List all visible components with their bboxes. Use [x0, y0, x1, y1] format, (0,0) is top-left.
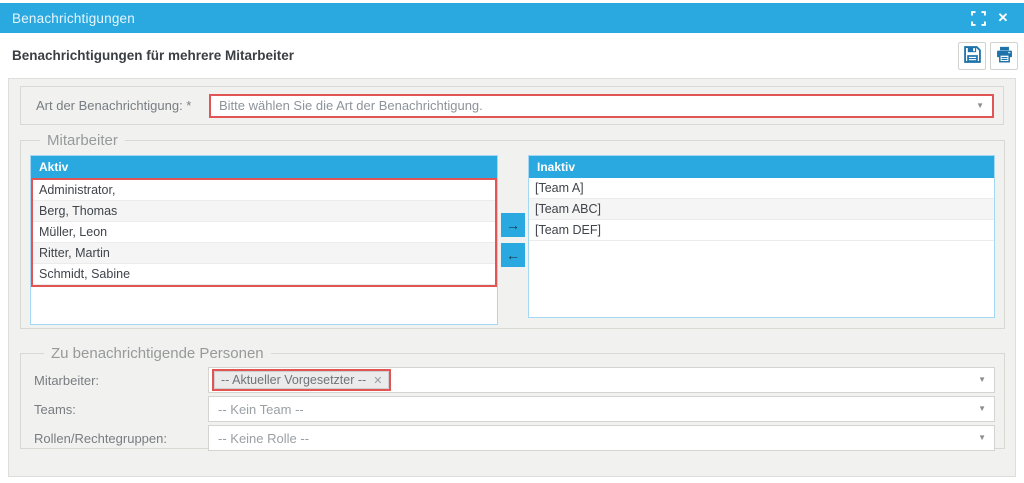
dual-listbox: Aktiv Administrator, Berg, Thomas Müller… — [30, 155, 995, 325]
selected-tag-highlight: -- Aktueller Vorgesetzter -- ✕ — [212, 369, 391, 391]
selected-tag-label: -- Aktueller Vorgesetzter -- — [221, 373, 366, 387]
aktiv-selected-group: Administrator, Berg, Thomas Müller, Leon… — [31, 178, 497, 287]
aktiv-list-header: Aktiv — [31, 156, 497, 178]
form-panel: Art der Benachrichtigung: * Bitte wählen… — [8, 78, 1016, 477]
transfer-arrows: → ← — [498, 155, 528, 325]
arrow-right-icon: → — [506, 218, 520, 232]
page-header: Benachrichtigungen für mehrere Mitarbeit… — [0, 33, 1024, 78]
list-item[interactable]: Müller, Leon — [33, 222, 495, 243]
chevron-down-icon: ▼ — [978, 405, 986, 413]
list-item[interactable]: Schmidt, Sabine — [33, 264, 495, 285]
print-icon — [996, 46, 1013, 66]
rollen-label: Rollen/Rechtegruppen: — [34, 431, 208, 446]
window-titlebar: Benachrichtigungen ✕ — [0, 3, 1024, 33]
window-title: Benachrichtigungen — [12, 11, 135, 26]
page-title: Benachrichtigungen für mehrere Mitarbeit… — [12, 48, 294, 63]
chevron-down-icon: ▼ — [978, 376, 986, 384]
personen-fieldset: Zu benachrichtigende Personen Mitarbeite… — [20, 345, 1005, 449]
list-item[interactable]: Ritter, Martin — [33, 243, 495, 264]
selected-tag: -- Aktueller Vorgesetzter -- ✕ — [214, 371, 389, 389]
list-item[interactable]: Administrator, — [33, 180, 495, 201]
mitarbeiter-fieldset: Mitarbeiter Aktiv Administrator, Berg, T… — [20, 132, 1005, 329]
close-icon[interactable]: ✕ — [994, 9, 1012, 27]
list-item[interactable]: [Team A] — [529, 178, 994, 199]
list-item[interactable]: [Team ABC] — [529, 199, 994, 220]
rollen-row: Rollen/Rechtegruppen: -- Keine Rolle -- … — [34, 425, 995, 451]
notification-type-label: Art der Benachrichtigung: * — [21, 98, 209, 113]
maximize-icon[interactable] — [969, 9, 987, 27]
mitarbeiter-row: Mitarbeiter: -- Aktueller Vorgesetzter -… — [34, 367, 995, 393]
arrow-left-icon: ← — [506, 248, 520, 262]
save-icon — [964, 46, 981, 66]
move-left-button[interactable]: ← — [501, 243, 525, 267]
teams-row: Teams: -- Kein Team -- ▼ — [34, 396, 995, 422]
notification-type-row: Art der Benachrichtigung: * Bitte wählen… — [20, 86, 1004, 125]
move-right-button[interactable]: → — [501, 213, 525, 237]
inaktiv-listbox: Inaktiv [Team A] [Team ABC] [Team DEF] — [528, 155, 995, 318]
mitarbeiter-select[interactable]: -- Aktueller Vorgesetzter -- ✕ ▼ — [208, 367, 995, 393]
remove-tag-icon[interactable]: ✕ — [373, 374, 382, 387]
save-button[interactable] — [958, 42, 986, 70]
notification-type-placeholder: Bitte wählen Sie die Art der Benachricht… — [219, 98, 483, 113]
list-item[interactable]: [Team DEF] — [529, 220, 994, 241]
personen-legend: Zu benachrichtigende Personen — [44, 345, 271, 362]
chevron-down-icon: ▼ — [976, 102, 984, 110]
chevron-down-icon: ▼ — [978, 434, 986, 442]
list-item[interactable]: Berg, Thomas — [33, 201, 495, 222]
mitarbeiter-legend: Mitarbeiter — [40, 132, 125, 149]
inaktiv-list-header: Inaktiv — [529, 156, 994, 178]
rollen-placeholder: -- Keine Rolle -- — [212, 431, 309, 446]
notification-type-select[interactable]: Bitte wählen Sie die Art der Benachricht… — [209, 94, 994, 118]
mitarbeiter-label: Mitarbeiter: — [34, 373, 208, 388]
print-button[interactable] — [990, 42, 1018, 70]
aktiv-listbox: Aktiv Administrator, Berg, Thomas Müller… — [30, 155, 498, 325]
rollen-select[interactable]: -- Keine Rolle -- ▼ — [208, 425, 995, 451]
teams-label: Teams: — [34, 402, 208, 417]
teams-placeholder: -- Kein Team -- — [212, 402, 304, 417]
teams-select[interactable]: -- Kein Team -- ▼ — [208, 396, 995, 422]
